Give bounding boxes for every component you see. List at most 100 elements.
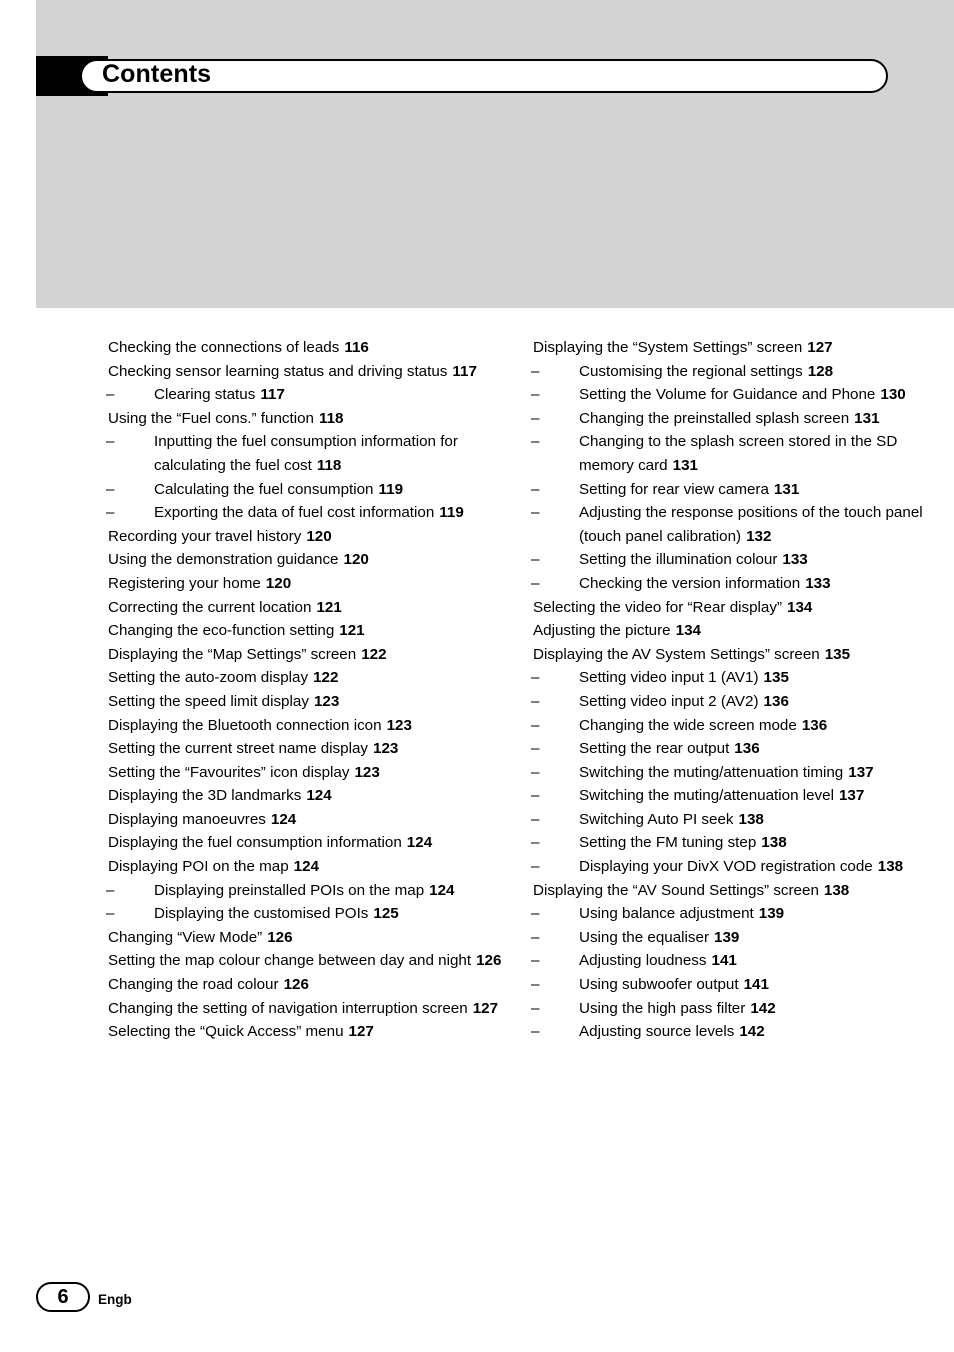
toc-entry-page: 127 [348,1023,374,1041]
toc-entry[interactable]: Setting the map colour change between da… [108,949,529,973]
dash-icon: – [531,787,540,805]
toc-entry[interactable]: Setting the speed limit display 123 [108,690,529,714]
toc-entry-page: 142 [750,999,776,1017]
toc-entry[interactable]: Selecting the video for “Rear display” 13… [533,596,954,620]
toc-entry-label: Using balance adjustment [579,905,754,923]
toc-entry[interactable]: – Switching Auto PI seek 138 [531,808,954,832]
toc-entry[interactable]: Correcting the current location 121 [108,596,529,620]
toc-entry[interactable]: – Using the high pass filter 142 [531,997,954,1021]
toc-entry[interactable]: Selecting the “Quick Access” menu 127 [108,1020,529,1044]
toc-entry[interactable]: – Adjusting loudness 141 [531,949,954,973]
toc-entry[interactable]: Displaying the fuel consumption informat… [108,831,529,855]
toc-entry-label: Displaying the “AV Sound Settings” scree… [533,881,819,899]
toc-entry-label: Registering your home [108,574,261,592]
toc-entry[interactable]: Displaying the AV System Settings” scree… [533,643,954,667]
toc-entry[interactable]: – Displaying your DivX VOD registration c… [531,855,954,879]
page-language-code: Engb [98,1292,132,1307]
page-number: 6 [57,1286,69,1308]
dash-icon: – [531,669,540,687]
toc-entry[interactable]: Registering your home 120 [108,572,529,596]
toc-entry[interactable]: – Setting for rear view camera 131 [531,478,954,502]
toc-entry-label: Setting the auto-zoom display [108,669,309,687]
toc-entry-page: 123 [313,692,340,710]
toc-entry-label: Changing the road colour [108,976,279,994]
toc-entry[interactable]: Adjusting the picture 134 [533,619,954,643]
toc-entry-page: 122 [361,645,387,663]
toc-entry[interactable]: – Displaying the customised POIs 125 [106,902,529,926]
toc-entry[interactable]: – Setting the illumination colour 133 [531,548,954,572]
toc-entry[interactable]: Changing “View Mode” 126 [108,926,529,950]
toc-entry[interactable]: – Inputting the fuel consumption informat… [106,430,529,477]
toc-entry[interactable]: – Using the equaliser 139 [531,926,954,950]
dash-icon: – [531,999,540,1017]
toc-entry[interactable]: Displaying the “Map Settings” screen 122 [108,643,529,667]
toc-entry[interactable]: Using the demonstration guidance 120 [108,548,529,572]
toc-entry-label: Using the “Fuel cons.” function [108,409,314,427]
toc-entry[interactable]: – Exporting the data of fuel cost informa… [106,501,529,525]
toc-entry[interactable]: Recording your travel history 120 [108,525,529,549]
toc-entry-page: 139 [758,905,785,923]
toc-entry-page: 120 [265,574,292,592]
toc-entry[interactable]: – Setting the Volume for Guidance and Pho… [531,383,954,407]
toc-entry[interactable]: – Changing the wide screen mode 136 [531,714,954,738]
toc-entry[interactable]: Changing the setting of navigation inter… [108,997,529,1021]
toc-entry[interactable]: – Setting video input 1 (AV1) 135 [531,666,954,690]
toc-entry-label: Setting the FM tuning step [579,834,757,852]
toc-entry[interactable]: – Adjusting source levels 142 [531,1020,954,1044]
toc-entry[interactable]: – Changing to the splash screen stored in… [531,430,954,477]
toc-entry[interactable]: – Customising the regional settings 128 [531,360,954,384]
toc-entry-page: 136 [734,740,760,758]
toc-entry[interactable]: – Setting the FM tuning step 138 [531,831,954,855]
toc-entry[interactable]: Setting the current street name display 1… [108,737,529,761]
toc-entry[interactable]: Setting the auto-zoom display 122 [108,666,529,690]
toc-entry-label: Adjusting source levels [579,1023,735,1041]
toc-entry[interactable]: – Using subwoofer output 141 [531,973,954,997]
toc-entry-page: 134 [787,598,813,616]
toc-entry-page: 141 [711,952,737,970]
toc-entry-label: Setting video input 2 (AV2) [579,692,759,710]
toc-entry-label: Setting for rear view camera [579,480,769,498]
toc-column-left: Checking the connections of leads 116 Chec… [106,336,529,1044]
toc-entry[interactable]: – Using balance adjustment 139 [531,902,954,926]
dash-icon: – [106,905,115,923]
dash-icon: – [531,810,540,828]
toc-entry-page: 124 [270,810,297,828]
toc-entry-page: 139 [714,928,740,946]
toc-entry[interactable]: – Displaying preinstalled POIs on the map… [106,879,529,903]
toc-entry[interactable]: – Calculating the fuel consumption 119 [106,478,529,502]
toc-entry[interactable]: Changing the road colour 126 [108,973,529,997]
toc-entry[interactable]: – Adjusting the response positions of the… [531,501,954,548]
toc-entry-page: 132 [746,527,772,545]
toc-entry[interactable]: – Switching the muting/attenuation level 1… [531,784,954,808]
toc-entry-label: Setting the map colour change between da… [108,952,472,970]
toc-entry[interactable]: Changing the eco-function setting 121 [108,619,529,643]
toc-entry[interactable]: Displaying the 3D landmarks 124 [108,784,529,808]
toc-entry-label: Using the demonstration guidance [108,551,339,569]
toc-entry-page: 136 [801,716,828,734]
toc-entry[interactable]: – Setting video input 2 (AV2) 136 [531,690,954,714]
toc-entry[interactable]: Displaying the “System Settings” screen 1… [533,336,954,360]
toc-entry[interactable]: Displaying POI on the map 124 [108,855,529,879]
toc-entry-label: Checking the version information [579,574,801,592]
toc-columns: Checking the connections of leads 116 Chec… [0,336,954,1044]
toc-entry[interactable]: Using the “Fuel cons.” function 118 [108,407,529,431]
toc-entry[interactable]: Checking the connections of leads 116 [108,336,529,360]
toc-entry-label: Displaying POI on the map [108,858,289,876]
toc-entry[interactable]: Checking sensor learning status and driv… [108,360,529,384]
toc-entry[interactable]: – Checking the version information 133 [531,572,954,596]
toc-entry[interactable]: Setting the “Favourites” icon display 123 [108,761,529,785]
toc-entry[interactable]: – Switching the muting/attenuation timing… [531,761,954,785]
toc-entry-label: Correcting the current location [108,598,312,616]
toc-entry[interactable]: – Changing the preinstalled splash screen… [531,407,954,431]
toc-entry[interactable]: Displaying the “AV Sound Settings” scree… [533,879,954,903]
toc-entry-page: 121 [316,598,342,616]
toc-entry[interactable]: Displaying the Bluetooth connection icon… [108,714,529,738]
toc-entry[interactable]: – Clearing status 117 [106,383,529,407]
toc-entry-label: Displaying preinstalled POIs on the map [154,881,425,899]
toc-entry[interactable]: – Setting the rear output 136 [531,737,954,761]
toc-entry-label: Setting the current street name display [108,740,369,758]
toc-entry[interactable]: Displaying manoeuvres 124 [108,808,529,832]
toc-entry-page: 119 [378,480,404,498]
toc-entry-label: Displaying the customised POIs [154,905,369,923]
toc-entry-label: Displaying the “System Settings” screen [533,339,803,356]
